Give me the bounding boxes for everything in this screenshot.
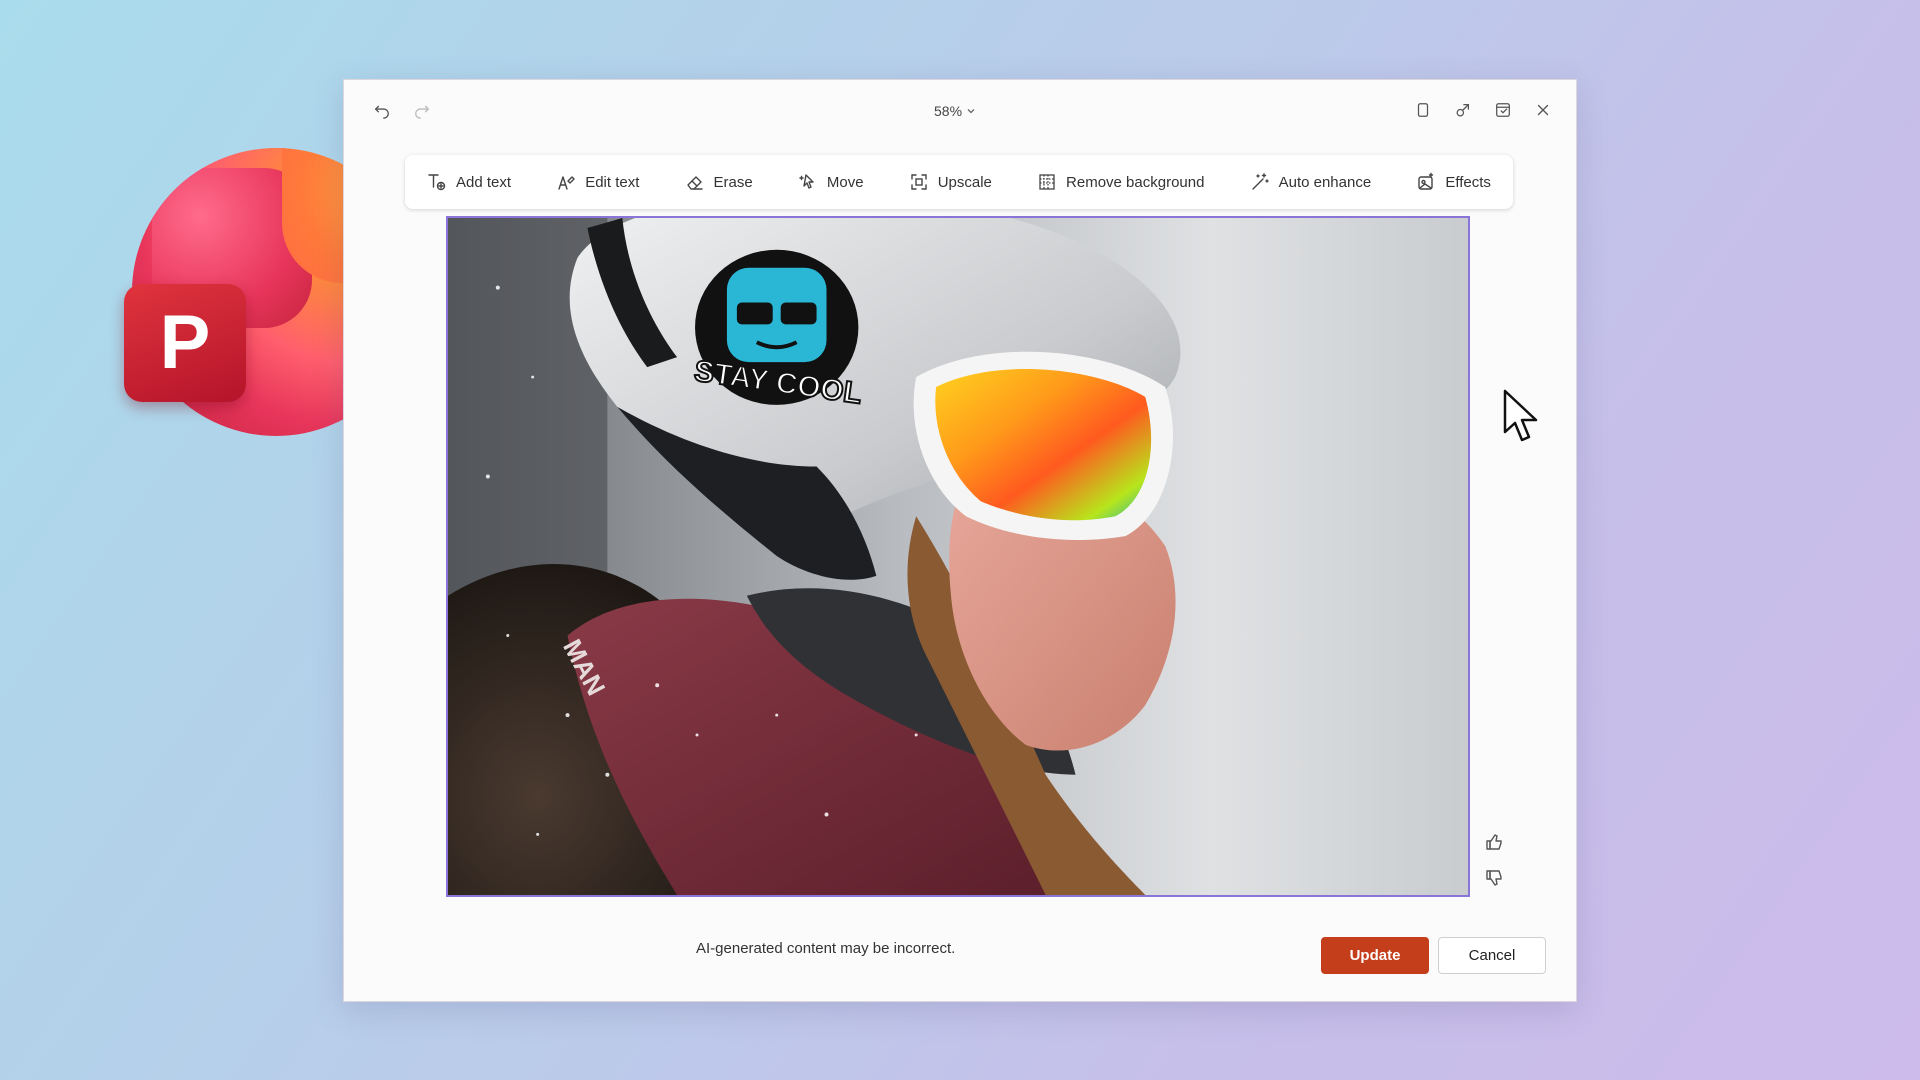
effects-icon: [1418, 172, 1434, 190]
add-text-icon: [428, 174, 446, 191]
remove-background-label: Remove background: [1066, 173, 1205, 191]
thumbs-up-icon[interactable]: [1484, 832, 1508, 856]
move-icon: [799, 174, 814, 189]
add-text-label: Add text: [456, 173, 512, 191]
upscale-button[interactable]: Upscale: [909, 172, 992, 192]
zoom-dropdown[interactable]: 58%: [934, 100, 976, 122]
upscale-label: Upscale: [937, 173, 992, 191]
close-icon[interactable]: [1527, 94, 1559, 126]
auto-enhance-button[interactable]: Auto enhance: [1250, 172, 1372, 192]
remove-background-icon: [1039, 174, 1055, 190]
remove-background-button[interactable]: Remove background: [1037, 172, 1204, 192]
update-button[interactable]: Update: [1321, 937, 1429, 974]
image-canvas[interactable]: STAY COOL MAN: [446, 216, 1470, 897]
mouse-cursor-icon: [1503, 389, 1538, 442]
share-icon[interactable]: [1447, 94, 1479, 126]
effects-label: Effects: [1445, 173, 1491, 191]
logo-letter-tile: P: [124, 284, 246, 402]
upscale-icon: [910, 174, 927, 190]
edit-text-label: Edit text: [585, 173, 640, 191]
insert-icon[interactable]: [1487, 94, 1519, 126]
edited-photo: STAY COOL MAN: [448, 218, 1468, 895]
copy-icon[interactable]: [1407, 94, 1439, 126]
edit-text-button[interactable]: Edit text: [556, 172, 639, 192]
dialog-titlebar: 58%: [344, 80, 1576, 140]
edit-text-icon: [558, 176, 575, 190]
erase-button[interactable]: Erase: [685, 172, 753, 192]
edit-toolbar: Add text Edit text Erase Move Upscale Re…: [405, 155, 1513, 209]
redo-icon[interactable]: [406, 94, 438, 126]
magic-wand-icon: [1251, 173, 1269, 190]
move-label: Move: [826, 173, 864, 191]
undo-icon[interactable]: [366, 94, 398, 126]
image-edit-dialog: 58% Add text Edit text Erase Move Upscal…: [343, 79, 1577, 1002]
thumbs-down-icon[interactable]: [1484, 868, 1508, 892]
ai-disclaimer: AI-generated content may be incorrect.: [696, 940, 956, 957]
eraser-icon: [686, 176, 703, 190]
chevron-down-icon: [967, 109, 975, 114]
erase-label: Erase: [713, 173, 753, 191]
cancel-button[interactable]: Cancel: [1438, 937, 1546, 974]
auto-enhance-label: Auto enhance: [1278, 173, 1372, 191]
zoom-level: 58%: [934, 103, 963, 119]
add-text-button[interactable]: Add text: [427, 172, 511, 192]
move-button[interactable]: Move: [798, 172, 864, 192]
effects-button[interactable]: Effects: [1416, 172, 1491, 192]
